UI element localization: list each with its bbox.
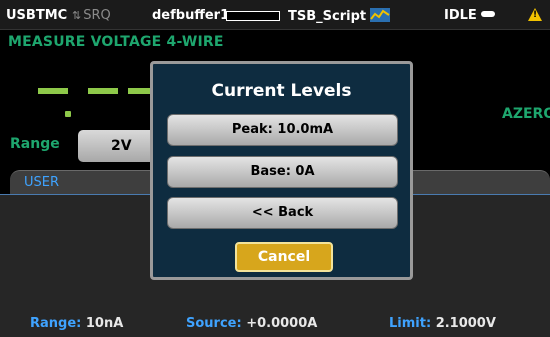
srq-arrows-icon: ⇅ [72, 9, 82, 22]
source-range-value: 10nA [85, 316, 124, 331]
cancel-button[interactable]: Cancel [235, 242, 333, 272]
limit-readout: Limit: 2.1000V [389, 316, 496, 331]
limit-key: Limit: [389, 316, 432, 331]
warning-icon[interactable] [528, 8, 542, 21]
active-buffer-label[interactable]: defbuffer1 [152, 8, 229, 23]
buffer-fill-indicator[interactable] [226, 11, 280, 21]
script-label: TSB_Script [288, 9, 367, 24]
script-icon [370, 8, 391, 22]
current-levels-dialog: Current Levels Peak: 10.0mA Base: 0A << … [150, 61, 413, 280]
interface-indicator[interactable]: USBTMC [6, 8, 67, 23]
back-button[interactable]: << Back [167, 197, 398, 229]
script-indicator[interactable]: TSB_Script [288, 8, 391, 24]
function-title[interactable]: MEASURE VOLTAGE 4-WIRE [8, 34, 224, 50]
dialog-title: Current Levels [211, 81, 352, 101]
source-value: +0.0000A [246, 316, 318, 331]
source-value-readout: Source: +0.0000A [186, 316, 317, 331]
trigger-state-indicator[interactable]: IDLE [444, 8, 495, 23]
source-range-key: Range: [30, 316, 82, 331]
autozero-indicator: AZERO [502, 106, 550, 122]
status-bar: USBTMC ⇅ SRQ defbuffer1 TSB_Script IDLE [0, 0, 550, 30]
reading-digit-dash [38, 88, 68, 94]
peak-level-button[interactable]: Peak: 10.0mA [167, 114, 398, 146]
source-range-readout: Range: 10nA [30, 316, 123, 331]
srq-label: SRQ [83, 8, 111, 23]
limit-value: 2.1000V [435, 316, 496, 331]
base-level-button[interactable]: Base: 0A [167, 156, 398, 188]
reading-decimal-point [65, 111, 71, 117]
state-label: IDLE [444, 8, 477, 23]
range-button[interactable]: 2V [78, 130, 158, 162]
user-tab-label: USER [24, 175, 60, 190]
range-label: Range [10, 136, 60, 152]
srq-indicator[interactable]: ⇅ SRQ [72, 8, 111, 23]
idle-icon [480, 11, 495, 17]
reading-digit-dash [88, 88, 118, 94]
source-key: Source: [186, 316, 242, 331]
